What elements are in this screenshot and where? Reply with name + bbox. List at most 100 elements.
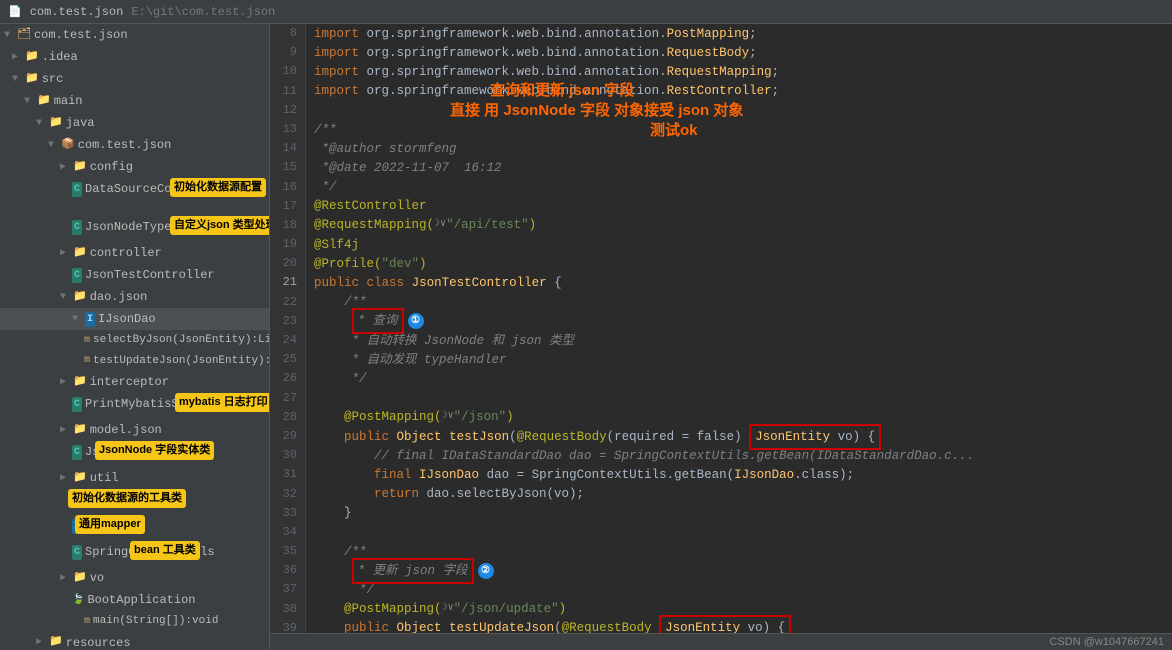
folder-icon: 📁 bbox=[25, 49, 39, 66]
tree-package[interactable]: ▼ 📦 com.test.json bbox=[0, 134, 269, 156]
tree-idea[interactable]: ▶ 📁 .idea bbox=[0, 46, 269, 68]
tree-controller-label: controller bbox=[90, 244, 162, 262]
ln-14: 14 bbox=[278, 139, 297, 158]
tree-jsonhandler[interactable]: C JsonNodeTypeHandler 自定义json 类型处理器 bbox=[0, 216, 269, 238]
tree-bootapp-label: BootApplication bbox=[87, 591, 195, 609]
ln-22: 22 bbox=[278, 293, 297, 312]
tree-ijsondao[interactable]: ▼ I IJsonDao bbox=[0, 308, 269, 330]
tree-jsonentity[interactable]: C JsonEntity JsonNode 字段实体类 bbox=[0, 441, 269, 463]
code-line-22: /** bbox=[314, 293, 1164, 312]
status-bar: CSDN @w1047667241 bbox=[270, 633, 1172, 650]
code-line-31: final IJsonDao dao = SpringContextUtils.… bbox=[314, 465, 1164, 484]
code-line-11: import org.springframework.web.bind.anno… bbox=[314, 82, 1164, 101]
code-line-34 bbox=[314, 523, 1164, 542]
ln-39: 39 bbox=[278, 619, 297, 633]
arrow-icon: ▶ bbox=[60, 471, 70, 486]
ln-32: 32 bbox=[278, 485, 297, 504]
main-area: ▼ 🗂 com.test.json ▶ 📁 .idea ▼ 📁 src ▼ 📁 … bbox=[0, 24, 1172, 650]
tree-datasource[interactable]: C DataSourceConfig 初始化数据源配置 bbox=[0, 178, 269, 200]
folder-icon: 📁 bbox=[49, 115, 63, 132]
tree-resources[interactable]: ▶ 📁 resources bbox=[0, 632, 269, 650]
tree-vo[interactable]: ▶ 📁 vo bbox=[0, 567, 269, 589]
ln-33: 33 bbox=[278, 504, 297, 523]
tree-printmybatis[interactable]: C PrintMybatisSqlInterceptor mybatis 日志打… bbox=[0, 393, 269, 415]
tree-config[interactable]: ▶ 📁 config bbox=[0, 156, 269, 178]
circle-1: ① bbox=[408, 313, 424, 329]
arrow-icon: ▶ bbox=[60, 423, 70, 438]
ln-19: 19 bbox=[278, 235, 297, 254]
arrow-icon: ▶ bbox=[12, 50, 22, 65]
tree-vo-label: vo bbox=[90, 569, 104, 587]
code-line-13: /** bbox=[314, 120, 1164, 139]
tree-src[interactable]: ▼ 📁 src bbox=[0, 68, 269, 90]
tree-main-label: main bbox=[54, 92, 83, 110]
tree-modeljson-label: model.json bbox=[90, 421, 162, 439]
tree-testupdatejson[interactable]: m testUpdateJson(JsonEntity):List<Intege… bbox=[0, 351, 269, 372]
code-line-39: public Object testUpdateJson( @RequestBo… bbox=[314, 619, 1164, 633]
watermark: CSDN @w1047667241 bbox=[1049, 636, 1164, 648]
jsonhandler-annotation: 自定义json 类型处理器 bbox=[170, 216, 270, 235]
tree-jsontestcontroller-label: JsonTestController bbox=[85, 266, 215, 284]
arrow-icon: ▼ bbox=[4, 28, 14, 43]
tree-daojson[interactable]: ▼ 📁 dao.json bbox=[0, 286, 269, 308]
tree-root[interactable]: ▼ 🗂 com.test.json bbox=[0, 24, 269, 46]
arrow-icon: ▶ bbox=[60, 571, 70, 586]
code-content: import org.springframework.web.bind.anno… bbox=[306, 24, 1172, 633]
jsonentity-annotation: JsonNode 字段实体类 bbox=[95, 441, 214, 460]
class-icon: C bbox=[72, 182, 82, 197]
tree-mymapper[interactable]: I MyMapper 通用mapper bbox=[0, 515, 269, 537]
code-line-28: @PostMapping(☽∨"/json") bbox=[314, 408, 1164, 427]
ln-30: 30 bbox=[278, 446, 297, 465]
code-line-10: import org.springframework.web.bind.anno… bbox=[314, 62, 1164, 81]
ln-34: 34 bbox=[278, 523, 297, 542]
ln-9: 9 bbox=[278, 43, 297, 62]
arrow-icon: ▶ bbox=[60, 160, 70, 175]
ln-35: 35 bbox=[278, 542, 297, 561]
title-icon: 📄 bbox=[8, 5, 22, 19]
ln-27: 27 bbox=[278, 389, 297, 408]
tree-selectbyjson[interactable]: m selectByJson(JsonEntity):List<JsonEnti… bbox=[0, 330, 269, 351]
code-line-36: * 更新 json 字段 ② bbox=[314, 561, 1164, 580]
arrow-icon: ▶ bbox=[36, 635, 46, 650]
code-line-17: @RestController bbox=[314, 197, 1164, 216]
tree-springcontext[interactable]: C SpringContextUtils bean 工具类 bbox=[0, 541, 269, 563]
tree-bootapp[interactable]: 🍃 BootApplication bbox=[0, 589, 269, 611]
ln-38: 38 bbox=[278, 600, 297, 619]
interface-icon: I bbox=[85, 312, 95, 327]
tree-util-label: util bbox=[90, 469, 119, 487]
tree-controller[interactable]: ▶ 📁 controller bbox=[0, 242, 269, 264]
code-line-16: */ bbox=[314, 178, 1164, 197]
code-line-30: // final IDataStandardDao dao = SpringCo… bbox=[314, 446, 1164, 465]
tree-jsontestcontroller[interactable]: C JsonTestController bbox=[0, 264, 269, 286]
tree-util[interactable]: ▶ 📁 util bbox=[0, 467, 269, 489]
arrow-icon: ▼ bbox=[48, 138, 58, 153]
file-tree[interactable]: ▼ 🗂 com.test.json ▶ 📁 .idea ▼ 📁 src ▼ 📁 … bbox=[0, 24, 270, 650]
folder-icon: 📁 bbox=[73, 422, 87, 439]
folder-icon: 📁 bbox=[25, 71, 39, 88]
tree-java-label: java bbox=[66, 114, 95, 132]
ln-21: 21 bbox=[278, 273, 297, 292]
class-icon: C bbox=[72, 397, 82, 412]
code-line-37: */ bbox=[314, 580, 1164, 599]
code-area: 8 9 10 11 12 13 14 15 16 17 18 19 20 21 bbox=[270, 24, 1172, 633]
mymapper-annotation: 通用mapper bbox=[75, 515, 145, 534]
tree-java[interactable]: ▼ 📁 java bbox=[0, 112, 269, 134]
tree-interceptor[interactable]: ▶ 📁 interceptor bbox=[0, 371, 269, 393]
tree-idea-label: .idea bbox=[42, 48, 78, 66]
arrow-icon: ▼ bbox=[60, 290, 70, 305]
tree-package-label: com.test.json bbox=[78, 136, 172, 154]
tree-dsutils[interactable]: C DsUtils 初始化数据源的工具类 bbox=[0, 489, 269, 511]
ln-25: 25 bbox=[278, 350, 297, 369]
code-line-18: @RequestMapping(☽∨"/api/test") bbox=[314, 216, 1164, 235]
class-icon: C bbox=[72, 268, 82, 283]
code-line-15: * @date 2022-11-07 16:12 bbox=[314, 158, 1164, 177]
tree-main-method[interactable]: m main(String[]):void bbox=[0, 611, 269, 632]
code-line-12 bbox=[314, 101, 1164, 120]
tree-main[interactable]: ▼ 📁 main bbox=[0, 90, 269, 112]
code-line-19: @Slf4j bbox=[314, 235, 1164, 254]
tree-modeljson[interactable]: ▶ 📁 model.json bbox=[0, 419, 269, 441]
datasource-annotation: 初始化数据源配置 bbox=[170, 178, 266, 197]
code-line-26: */ bbox=[314, 369, 1164, 388]
arrow-icon: ▼ bbox=[12, 72, 22, 87]
project-icon: 🗂 bbox=[17, 27, 31, 44]
